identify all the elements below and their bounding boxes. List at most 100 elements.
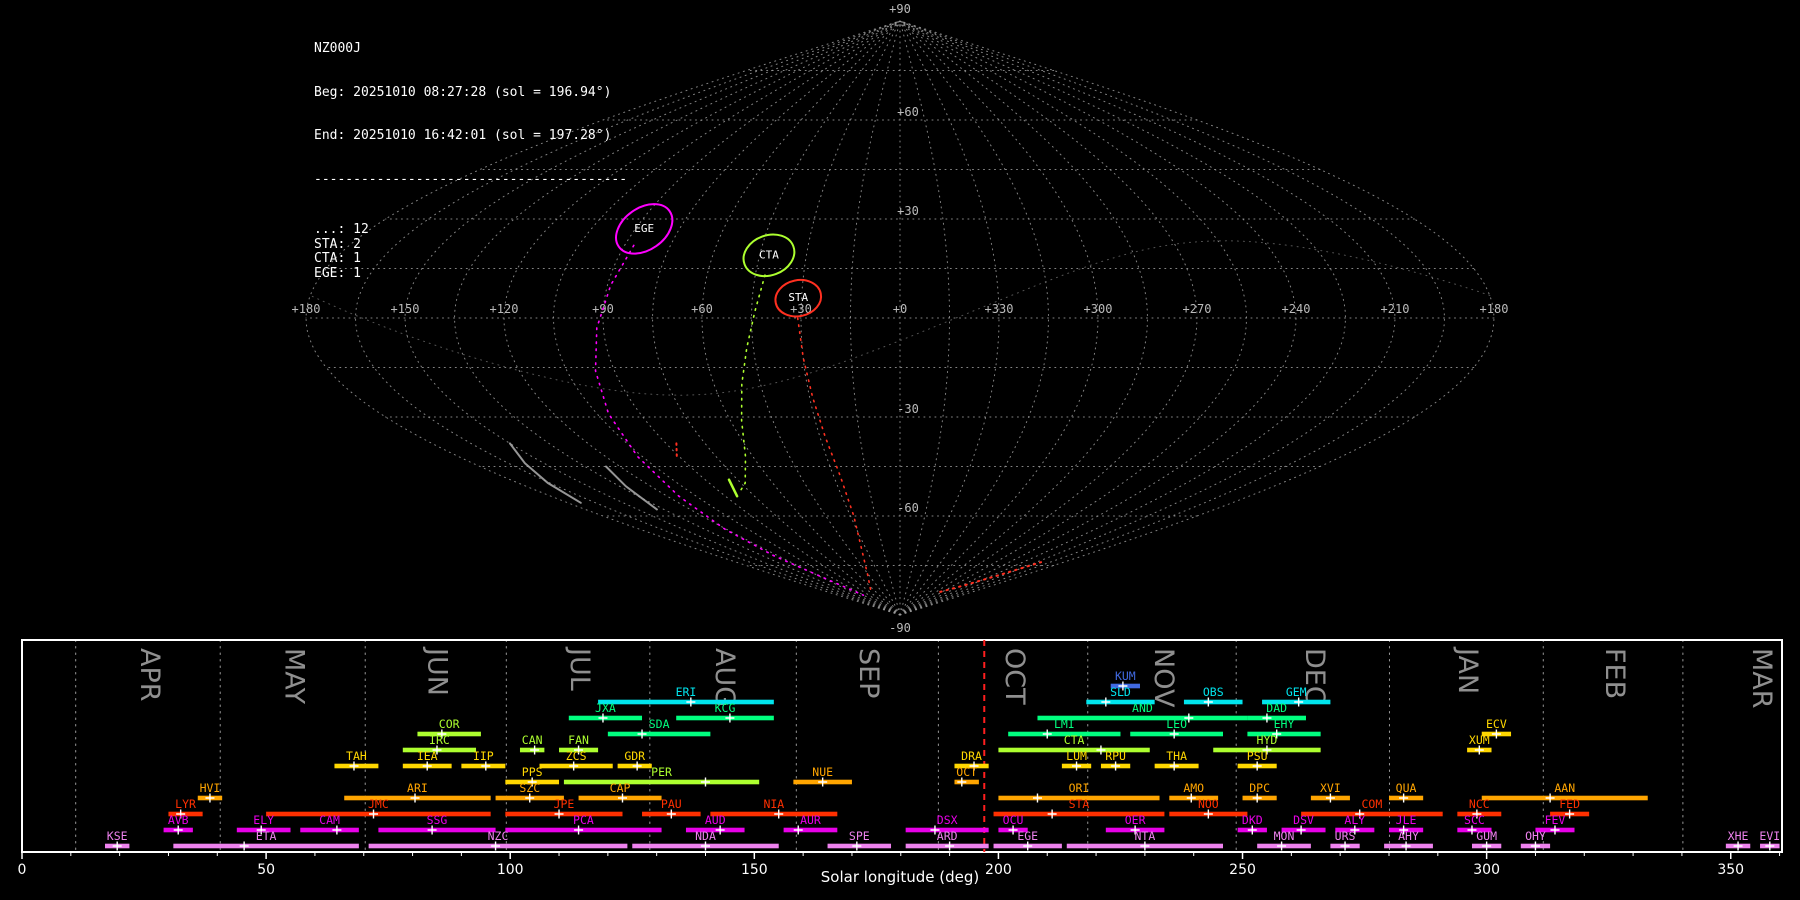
observation-info: NZ000J Beg: 20251010 08:27:28 (sol = 196…: [314, 13, 627, 310]
month-label-MAR: MAR: [1746, 648, 1777, 709]
shower-label-JLE: JLE: [1396, 813, 1417, 827]
shower-label-PPS: PPS: [522, 765, 543, 779]
shower-bar-SDA: [608, 732, 711, 737]
shower-label-LEO: LEO: [1166, 717, 1187, 731]
shower-label-OCU: OCU: [1003, 813, 1024, 827]
shower-label-OHY: OHY: [1525, 829, 1546, 843]
shower-label-PAU: PAU: [661, 797, 682, 811]
shower-label-SPE: SPE: [849, 829, 870, 843]
shower-label-CAN: CAN: [522, 733, 543, 747]
shower-label-EVI: EVI: [1759, 829, 1780, 843]
shower-label-EHY: EHY: [1274, 717, 1295, 731]
shower-label-AAN: AAN: [1554, 781, 1575, 795]
shower-label-ERI: ERI: [676, 685, 697, 699]
shower-label-STA: STA: [1069, 797, 1090, 811]
shower-label-COM: COM: [1362, 797, 1383, 811]
month-label-JUL: JUL: [564, 646, 595, 691]
shower-label-IIP: IIP: [473, 749, 494, 763]
shower-label-DAD: DAD: [1266, 701, 1287, 715]
shower-bar-COM: [1301, 812, 1443, 817]
end-time-line: End: 20251010 16:42:01 (sol = 197.28°): [314, 129, 627, 144]
shower-label-GDR: GDR: [624, 749, 645, 763]
shower-label-DSV: DSV: [1293, 813, 1314, 827]
shower-bar-SSG: [378, 828, 495, 833]
shower-label-SSG: SSG: [427, 813, 448, 827]
shower-bar-AUR: [784, 828, 838, 833]
shower-bar-CAM: [300, 828, 359, 833]
shower-bar-JPE: [505, 812, 622, 817]
shower-label-OBS: OBS: [1203, 685, 1224, 699]
shower-label-ZCS: ZCS: [566, 749, 587, 763]
shower-label-AVB: AVB: [168, 813, 189, 827]
shower-label-HYD: HYD: [1257, 733, 1278, 747]
shower-bar-ETA: [173, 844, 359, 849]
shower-label-PSU: PSU: [1247, 749, 1268, 763]
x-axis-label: Solar longitude (deg): [0, 868, 1800, 886]
shower-label-CAM: CAM: [319, 813, 340, 827]
shower-label-SLD: SLD: [1110, 685, 1131, 699]
month-label-MAY: MAY: [278, 648, 309, 705]
shower-label-AND: AND: [1132, 701, 1153, 715]
shower-label-DSX: DSX: [937, 813, 958, 827]
station-id: NZ000J: [314, 42, 627, 57]
shower-bar-KCG: [676, 716, 774, 721]
shower-label-TAH: TAH: [346, 749, 367, 763]
shower-label-NTA: NTA: [1134, 829, 1155, 843]
shower-label-PER: PER: [651, 765, 672, 779]
shower-label-THA: THA: [1166, 749, 1187, 763]
shower-label-RPU: RPU: [1105, 749, 1126, 763]
shower-label-XHE: XHE: [1728, 829, 1749, 843]
month-label-APR: APR: [134, 648, 165, 702]
shower-bar-OBS: [1184, 700, 1243, 705]
shower-label-NZC: NZC: [488, 829, 509, 843]
shower-label-NCC: NCC: [1469, 797, 1490, 811]
shower-peak-marker-SDA: [638, 730, 647, 739]
shower-label-GEM: GEM: [1286, 685, 1307, 699]
count-line: STA: 2: [314, 238, 627, 253]
month-label-OCT: OCT: [999, 648, 1030, 705]
month-label-JAN: JAN: [1452, 646, 1483, 694]
shower-label-IEA: IEA: [417, 749, 438, 763]
shower-label-HVI: HVI: [200, 781, 221, 795]
shower-label-PCA: PCA: [573, 813, 594, 827]
activity-timeline-chart: APRMAYJUNJULAUGSEPOCTNOVDECJANFEBMAR0501…: [0, 0, 1800, 900]
shower-label-AUD: AUD: [705, 813, 726, 827]
shower-peak-marker-AAN: [1546, 794, 1555, 803]
shower-bar-ERI: [598, 700, 774, 705]
shower-label-XVI: XVI: [1320, 781, 1341, 795]
shower-label-DKD: DKD: [1242, 813, 1263, 827]
shower-peak-marker-STA: [1048, 810, 1057, 819]
month-label-SEP: SEP: [853, 648, 884, 698]
shower-label-CTA: CTA: [1064, 733, 1085, 747]
shower-label-JMC: JMC: [368, 797, 389, 811]
shower-label-SZC: SZC: [519, 781, 540, 795]
shower-label-NDA: NDA: [695, 829, 716, 843]
shower-label-QUA: QUA: [1396, 781, 1417, 795]
shower-label-FAN: FAN: [568, 733, 589, 747]
shower-label-URS: URS: [1335, 829, 1356, 843]
separator-line: ----------------------------------------: [314, 173, 627, 188]
month-label-AUG: AUG: [709, 648, 740, 707]
shower-label-LUM: LUM: [1066, 749, 1087, 763]
count-line: CTA: 1: [314, 252, 627, 267]
shower-label-EGE: EGE: [1017, 829, 1038, 843]
shower-label-NIA: NIA: [763, 797, 784, 811]
shower-label-AUR: AUR: [800, 813, 821, 827]
shower-label-JPE: JPE: [554, 797, 575, 811]
month-label-FEB: FEB: [1599, 648, 1630, 699]
shower-label-XUM: XUM: [1469, 733, 1490, 747]
shower-label-GUM: GUM: [1476, 829, 1497, 843]
begin-time-line: Beg: 20251010 08:27:28 (sol = 196.94°): [314, 86, 627, 101]
shower-bar-JMC: [266, 812, 491, 817]
shower-label-ECV: ECV: [1486, 717, 1507, 731]
shower-label-KSE: KSE: [107, 829, 128, 843]
month-label-JUN: JUN: [422, 646, 453, 696]
shower-label-DRA: DRA: [961, 749, 982, 763]
shower-label-LYR: LYR: [175, 797, 196, 811]
month-label-NOV: NOV: [1148, 648, 1179, 708]
shower-bar-PCA: [505, 828, 661, 833]
shower-peak-marker-PER: [701, 778, 710, 787]
shower-label-NUE: NUE: [812, 765, 833, 779]
shower-peak-marker-SLD: [1101, 698, 1110, 707]
shower-label-IRC: IRC: [429, 733, 450, 747]
